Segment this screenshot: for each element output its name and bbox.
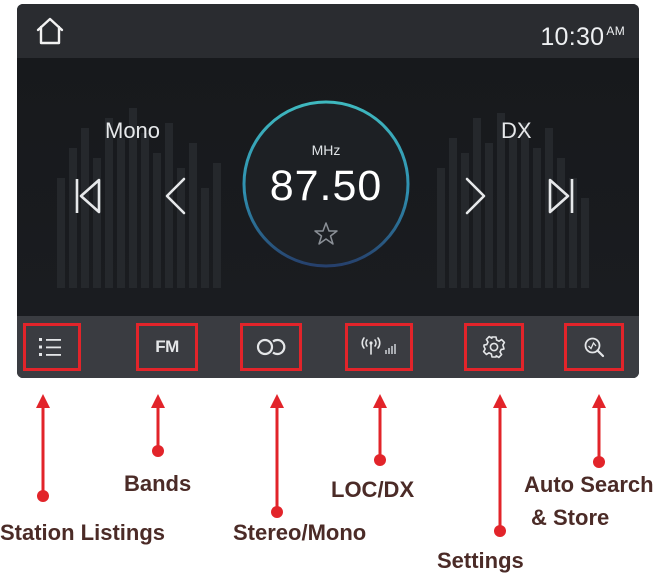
callout-settings: Settings bbox=[437, 548, 524, 573]
dx-label[interactable]: DX bbox=[501, 118, 532, 144]
chevron-right-icon[interactable] bbox=[463, 176, 489, 216]
frequency-value: 87.50 bbox=[269, 162, 383, 210]
frequency-dial: MHz 87.50 bbox=[240, 98, 412, 270]
callout-stereo-mono: Stereo/Mono bbox=[233, 520, 367, 545]
clock-time: 10:30 bbox=[540, 23, 605, 51]
home-icon[interactable] bbox=[34, 16, 66, 46]
station-list-button[interactable] bbox=[25, 325, 75, 369]
skip-next-icon[interactable] bbox=[545, 176, 577, 216]
callout-station-listings: Station Listings bbox=[0, 520, 165, 545]
frequency-unit: MHz bbox=[311, 142, 341, 158]
stereo-icon bbox=[256, 338, 286, 356]
radio-screen: 10:30 AM Mono DX MHz 87.50 FM bbox=[17, 4, 639, 378]
antenna-icon bbox=[361, 337, 396, 355]
chevron-left-icon[interactable] bbox=[162, 176, 188, 216]
mono-label[interactable]: Mono bbox=[105, 118, 160, 144]
status-bar: 10:30 AM bbox=[17, 4, 639, 58]
callout-bands: Bands bbox=[124, 471, 192, 496]
stereo-mono-button[interactable] bbox=[243, 325, 299, 369]
band-button[interactable]: FM bbox=[139, 325, 195, 369]
settings-button[interactable] bbox=[467, 325, 521, 369]
callout-auto-search-line1: Auto Search bbox=[524, 472, 654, 497]
callout-auto-search-line2: & Store bbox=[531, 505, 610, 530]
gear-icon bbox=[482, 335, 506, 359]
list-icon bbox=[39, 338, 61, 356]
auto-search-button[interactable] bbox=[567, 325, 621, 369]
clock: 10:30 AM bbox=[540, 16, 625, 52]
star-icon[interactable] bbox=[313, 221, 339, 247]
loc-dx-button[interactable] bbox=[348, 325, 410, 369]
clock-suffix: AM bbox=[606, 24, 625, 38]
tuner-panel: Mono DX MHz 87.50 bbox=[17, 58, 639, 316]
search-icon bbox=[584, 337, 605, 358]
callout-loc-dx: LOC/DX bbox=[331, 477, 415, 502]
band-label: FM bbox=[155, 337, 179, 356]
skip-previous-icon[interactable] bbox=[72, 176, 104, 216]
bottom-toolbar: FM bbox=[17, 316, 639, 378]
